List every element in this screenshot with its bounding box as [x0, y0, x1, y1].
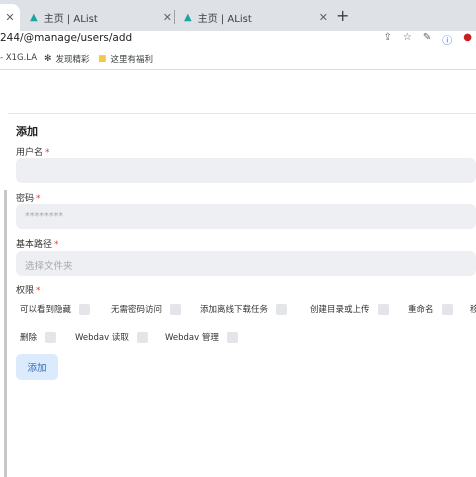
base-path-label-text: 基本路径	[16, 240, 53, 250]
perm-move[interactable]: 移	[470, 303, 476, 315]
sidebar-edge	[4, 190, 7, 477]
address-bar[interactable]: 244/@manage/users/add ⇪ ☆ ✎ ⓘ ●	[0, 31, 476, 48]
tab-title: 主页 | AList	[197, 14, 252, 25]
add-button[interactable]: 添加	[16, 354, 58, 380]
new-tab-button[interactable]: +	[336, 6, 349, 25]
page-title: 添加	[16, 125, 38, 138]
tab-strip: ✕ ▲ 主页 | AList ✕ ▲ 主页 | AList ✕ +	[0, 0, 476, 31]
alist-logo-icon: ▲	[30, 12, 38, 23]
username-label-text: 用户名	[16, 148, 44, 158]
bookmark-label: 发现精彩	[55, 55, 90, 65]
perm-label: 重命名	[408, 305, 434, 315]
password-label: 密码 *	[16, 191, 41, 204]
perm-label: 可以看到隐藏	[20, 305, 72, 315]
perm-mkdir-upload[interactable]: 创建目录或上传	[310, 303, 389, 315]
username-input[interactable]	[16, 158, 476, 183]
close-tab-icon[interactable]: ✕	[5, 11, 14, 24]
password-label-text: 密码	[16, 194, 35, 204]
tab-alist-1[interactable]: ▲ 主页 | AList ✕	[22, 4, 172, 31]
permissions-label: 权限 *	[16, 283, 41, 296]
perm-delete[interactable]: 删除	[20, 331, 57, 343]
checkbox[interactable]	[45, 331, 57, 343]
bookmarks-bar: - X1G.LA ✻ 发现精彩 ■ 这里有福利	[0, 48, 476, 70]
perm-rename[interactable]: 重命名	[408, 303, 453, 315]
base-path-placeholder: 选择文件夹	[25, 261, 73, 272]
perm-label: Webdav 管理	[165, 333, 219, 343]
tab-alist-2[interactable]: ▲ 主页 | AList ✕	[176, 4, 328, 31]
perm-label: 添加离线下载任务	[200, 305, 269, 315]
checkbox[interactable]	[226, 331, 238, 343]
perm-label: 无需密码访问	[111, 305, 163, 315]
perm-label: 移	[470, 305, 476, 315]
star-icon[interactable]: ☆	[403, 32, 412, 47]
checkbox[interactable]	[276, 303, 288, 315]
share-icon[interactable]: ⇪	[384, 32, 392, 47]
checkbox[interactable]	[170, 303, 182, 315]
perm-label: 创建目录或上传	[310, 305, 370, 315]
password-value: ********	[25, 211, 63, 222]
folder-icon: ■	[98, 54, 107, 64]
profile-icon[interactable]: ●	[463, 32, 472, 47]
toolbar-icons: ⇪ ☆ ✎ ⓘ ●	[384, 32, 472, 47]
info-icon[interactable]: ⓘ	[442, 32, 452, 47]
perm-offline-download[interactable]: 添加离线下载任务	[200, 303, 288, 315]
perm-webdav-read[interactable]: Webdav 读取	[75, 331, 148, 343]
tab-active[interactable]: ✕	[0, 4, 20, 31]
bookmark-label: - X1G.LA	[0, 53, 38, 63]
required-mark: *	[54, 240, 59, 250]
base-path-input[interactable]: 选择文件夹	[16, 251, 476, 276]
required-mark: *	[45, 148, 50, 158]
permissions-label-text: 权限	[16, 286, 35, 296]
gear-icon: ✻	[44, 54, 52, 64]
tab-title: 主页 | AList	[43, 14, 98, 25]
perm-label: Webdav 读取	[75, 333, 129, 343]
bookmark-x1g[interactable]: - X1G.LA	[0, 53, 37, 63]
username-label: 用户名 *	[16, 145, 50, 158]
extension-icon[interactable]: ✎	[423, 32, 431, 47]
checkbox[interactable]	[441, 303, 453, 315]
perm-webdav-manage[interactable]: Webdav 管理	[165, 331, 238, 343]
url-text[interactable]: 244/@manage/users/add	[0, 32, 132, 44]
bookmark-discover[interactable]: ✻ 发现精彩	[44, 53, 90, 65]
base-path-label: 基本路径 *	[16, 237, 59, 250]
close-tab-icon[interactable]: ✕	[319, 11, 328, 24]
perm-label: 删除	[20, 333, 38, 343]
alist-logo-icon: ▲	[184, 12, 192, 23]
required-mark: *	[36, 286, 41, 296]
required-mark: *	[36, 194, 41, 204]
bookmark-welfare[interactable]: ■ 这里有福利	[98, 53, 153, 65]
close-tab-icon[interactable]: ✕	[163, 11, 172, 24]
checkbox[interactable]	[136, 331, 148, 343]
perm-see-hidden[interactable]: 可以看到隐藏	[20, 303, 91, 315]
checkbox[interactable]	[79, 303, 91, 315]
checkbox[interactable]	[377, 303, 389, 315]
password-input[interactable]: ********	[16, 204, 476, 229]
tab-divider	[174, 10, 175, 24]
perm-no-password[interactable]: 无需密码访问	[111, 303, 182, 315]
bookmark-label: 这里有福利	[110, 55, 154, 65]
